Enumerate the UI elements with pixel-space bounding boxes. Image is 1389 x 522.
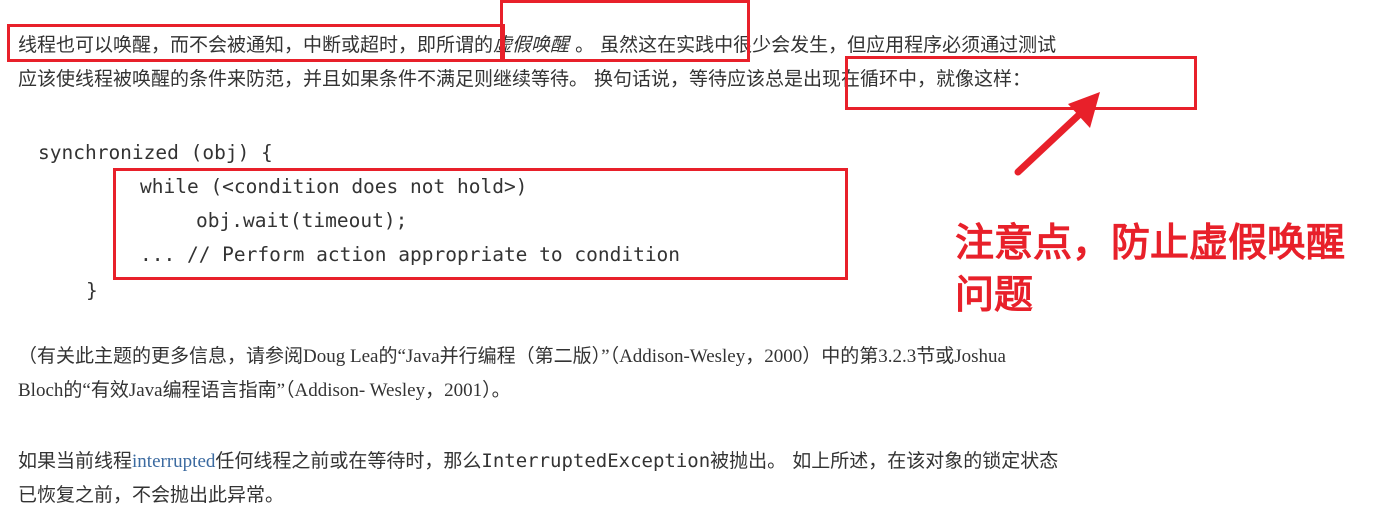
interrupted-link[interactable]: interrupted bbox=[132, 451, 215, 472]
paragraph-reference-line1: （有关此主题的更多信息，请参阅Doug Lea的“Java并行编程（第二版）”（… bbox=[18, 346, 1006, 367]
code-line-synchronized: synchronized (obj) { bbox=[38, 141, 273, 164]
paragraph-reference-line2: Bloch的“有效Java编程语言指南”（Addison- Wesley，200… bbox=[18, 380, 511, 401]
text-segment: 任何线程之前或在等待时，那么 bbox=[215, 450, 482, 472]
highlight-box-wakeup-clause bbox=[7, 24, 505, 62]
annotation-note: 注意点，防止虚假唤醒 问题 bbox=[955, 218, 1345, 322]
annotation-line: 注意点，防止虚假唤醒 bbox=[955, 221, 1346, 266]
paragraph-interrupted-line2: 已恢复之前，不会抛出此异常。 bbox=[18, 484, 285, 506]
code-line-wait: obj.wait(timeout); bbox=[196, 209, 408, 232]
exception-name: InterruptedException bbox=[481, 450, 711, 472]
code-line-closing-brace: } bbox=[86, 279, 98, 302]
highlight-box-spurious-term bbox=[500, 0, 750, 62]
code-line-perform-action: ... // Perform action appropriate to con… bbox=[140, 243, 681, 266]
code-line-while: while (<condition does not hold>) bbox=[140, 175, 528, 198]
text-segment: 被抛出。 如上所述，在该对象的锁定状态 bbox=[710, 450, 1059, 472]
paragraph-interrupted-line1: 如果当前线程interrupted任何线程之前或在等待时，那么Interrupt… bbox=[18, 444, 1058, 479]
text-segment: 如果当前线程 bbox=[18, 450, 133, 472]
red-arrow-icon bbox=[1014, 92, 1100, 176]
annotation-line: 问题 bbox=[955, 273, 1034, 318]
